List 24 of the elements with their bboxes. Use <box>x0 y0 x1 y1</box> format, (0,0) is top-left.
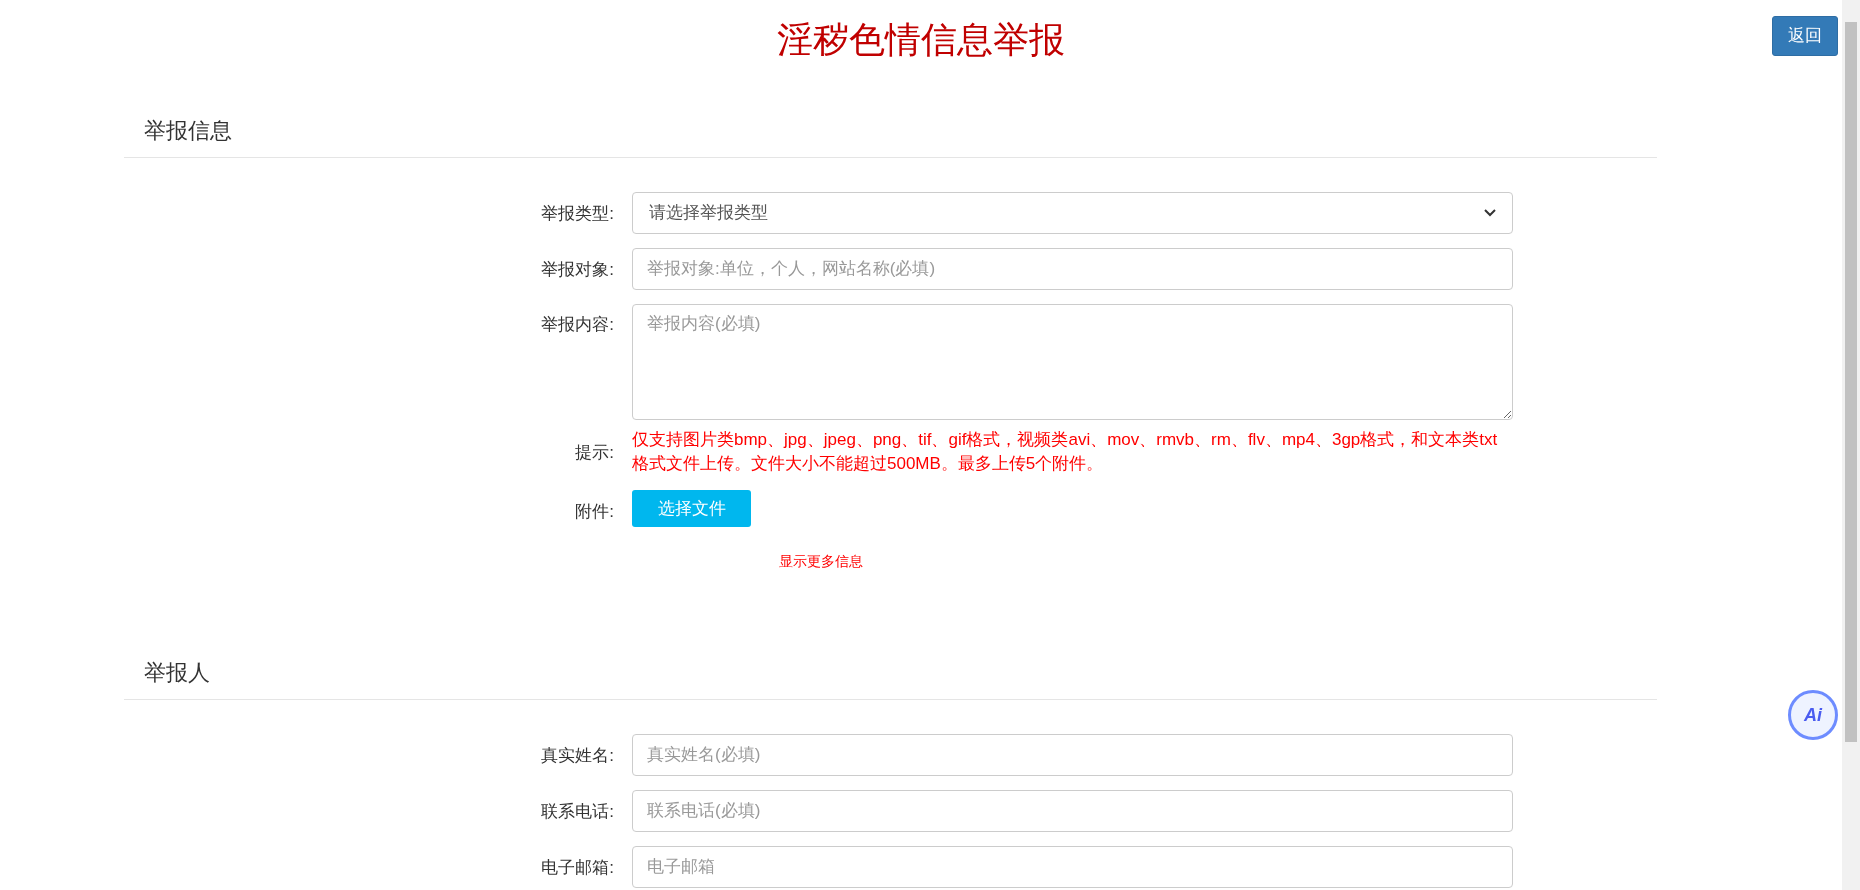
field-label: 真实姓名: <box>540 745 615 767</box>
field-label: 联系电话: <box>540 801 615 823</box>
page-title: 淫秽色情信息举报 <box>777 18 1065 62</box>
more-info-link[interactable]: 显示更多信息 <box>778 551 863 572</box>
back-button[interactable]: 返回 <box>1772 16 1838 56</box>
field-label: 提示: <box>574 442 615 464</box>
hint-text: 仅支持图片类bmp、jpg、jpeg、png、tif、gif格式，视频类avi、mov、rmvb、rm、flv、mp4、3gp格式，和文本类txt格式文件上传。文件大小不能超过500MB。最多上传5个附件。 <box>632 429 1499 475</box>
section-heading: 举报人 <box>144 659 210 687</box>
input-field[interactable]: 电子邮箱 <box>632 846 1513 888</box>
input-field[interactable]: 举报对象:单位，个人，网站名称(必填) <box>632 248 1513 290</box>
chevron-down-icon <box>1484 209 1496 217</box>
field-label: 举报内容: <box>540 314 615 336</box>
field-label: 附件: <box>574 501 615 523</box>
ai-button[interactable]: Ai <box>1788 690 1838 740</box>
select-field[interactable]: 请选择举报类型 <box>632 192 1513 234</box>
input-field[interactable]: 联系电话(必填) <box>632 790 1513 832</box>
field-label: 电子邮箱: <box>540 857 615 879</box>
field-label: 举报对象: <box>540 259 615 281</box>
section-heading: 举报信息 <box>144 117 232 145</box>
choose-file-button[interactable]: 选择文件 <box>632 490 751 527</box>
field-label: 举报类型: <box>540 203 615 225</box>
text-area[interactable]: 举报内容(必填) <box>632 304 1513 420</box>
scrollbar[interactable] <box>1842 0 1860 890</box>
input-field[interactable]: 真实姓名(必填) <box>632 734 1513 776</box>
